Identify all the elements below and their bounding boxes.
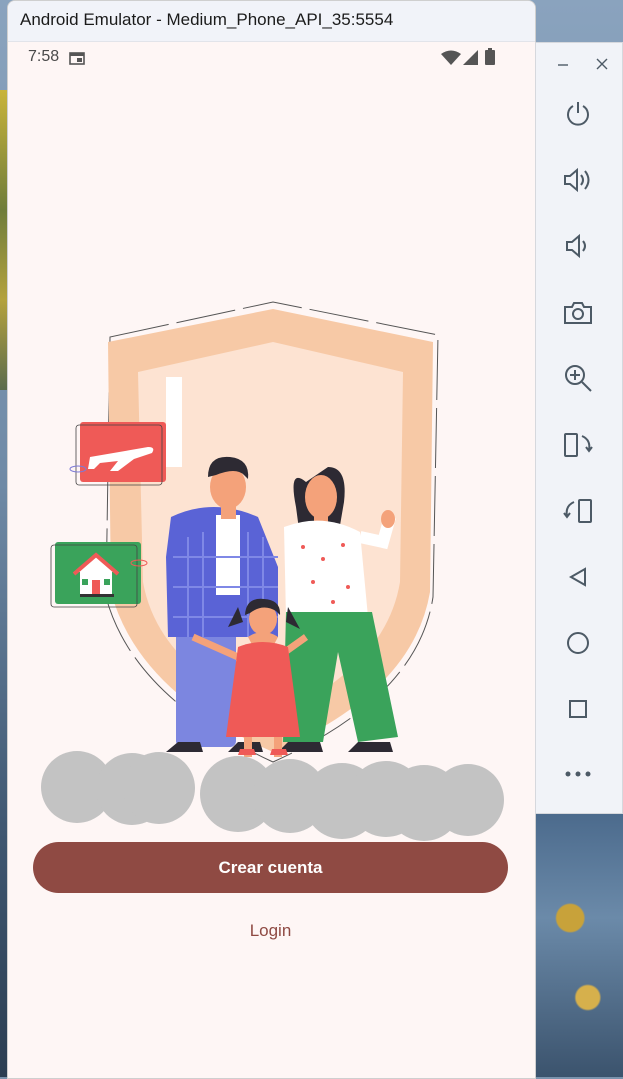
placeholder-blob — [432, 764, 504, 836]
login-link[interactable]: Login — [208, 918, 333, 944]
emulator-toolbar — [535, 42, 623, 814]
notification-icon — [69, 52, 85, 70]
camera-icon[interactable] — [558, 293, 598, 333]
window-title: Android Emulator - Medium_Phone_API_35:5… — [20, 10, 394, 29]
cell-signal-icon — [463, 50, 478, 70]
airplane-card-icon — [69, 422, 166, 486]
close-icon[interactable] — [596, 57, 608, 75]
status-bar: 7:58 — [8, 42, 535, 74]
rotate-left-icon[interactable] — [558, 425, 598, 465]
overview-icon[interactable] — [558, 689, 598, 729]
phone-screen: 7:58 Crear cuenta Login — [8, 42, 535, 1078]
create-account-button[interactable]: Crear cuenta — [33, 842, 508, 893]
more-icon[interactable] — [558, 754, 598, 794]
volume-down-icon[interactable] — [558, 226, 598, 266]
wifi-icon — [441, 50, 461, 70]
battery-icon — [485, 48, 495, 70]
desktop-wallpaper-right — [535, 812, 623, 1077]
status-time: 7:58 — [28, 48, 60, 65]
house-card-icon — [50, 542, 148, 608]
back-icon[interactable] — [558, 557, 598, 597]
volume-up-icon[interactable] — [558, 160, 598, 200]
zoom-icon[interactable] — [558, 358, 598, 398]
placeholder-blob — [123, 752, 195, 824]
window-titlebar[interactable]: Android Emulator - Medium_Phone_API_35:5… — [8, 1, 535, 42]
power-icon[interactable] — [558, 93, 598, 133]
family-insurance-illustration — [50, 301, 439, 763]
minimize-icon[interactable] — [557, 57, 569, 75]
emulator-window: Android Emulator - Medium_Phone_API_35:5… — [7, 0, 536, 1079]
home-icon[interactable] — [558, 623, 598, 663]
rotate-right-icon[interactable] — [558, 491, 598, 531]
